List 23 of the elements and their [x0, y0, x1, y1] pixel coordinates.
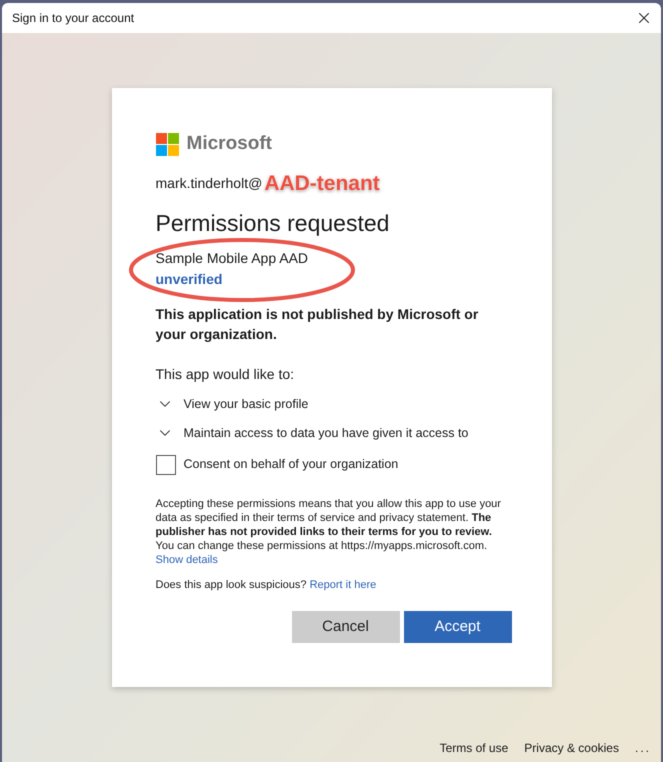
accept-button[interactable]: Accept [404, 611, 512, 643]
publisher-notice: This application is not published by Microsoft or your organization. [156, 305, 480, 344]
permission-label: View your basic profile [184, 396, 308, 413]
footer-link[interactable]: Terms of use [440, 739, 508, 757]
account-email: mark.tinderholt@ [156, 174, 262, 192]
consent-checkbox[interactable] [156, 454, 176, 474]
report-link[interactable]: Report it here [310, 578, 376, 590]
brand-name: Microsoft [186, 132, 272, 156]
logo-icon [156, 132, 178, 156]
window-title: Sign in to your account [12, 10, 134, 27]
cancel-button[interactable]: Cancel [292, 611, 400, 643]
status-link[interactable]: unverified [156, 269, 512, 290]
footer-link[interactable]: Privacy & cookies [524, 739, 619, 757]
show-details-link[interactable]: Show details [156, 554, 218, 566]
permission-label: Maintain access to data you have given it access to [184, 424, 468, 442]
suspicious-text: Does this app look suspicious? Report it here [156, 578, 378, 592]
consent-label: Consent on behalf of your organization [184, 456, 398, 474]
annotation-label: AAD-tenant [264, 172, 380, 194]
intro-text: This app would like to: [156, 365, 296, 384]
more-button[interactable]: ... [634, 739, 651, 757]
page-heading: Permissions requested [156, 208, 390, 238]
disclaimer-text: Accepting these permissions means that you allow this app to use your data as specified in their terms of service and privacy statement. The publisher has not provided links to their terms for you to review. You can change these permissions at https://myapps.microsoft.com. Show details [156, 496, 502, 566]
app-name: Sample Mobile App AAD [156, 249, 310, 268]
